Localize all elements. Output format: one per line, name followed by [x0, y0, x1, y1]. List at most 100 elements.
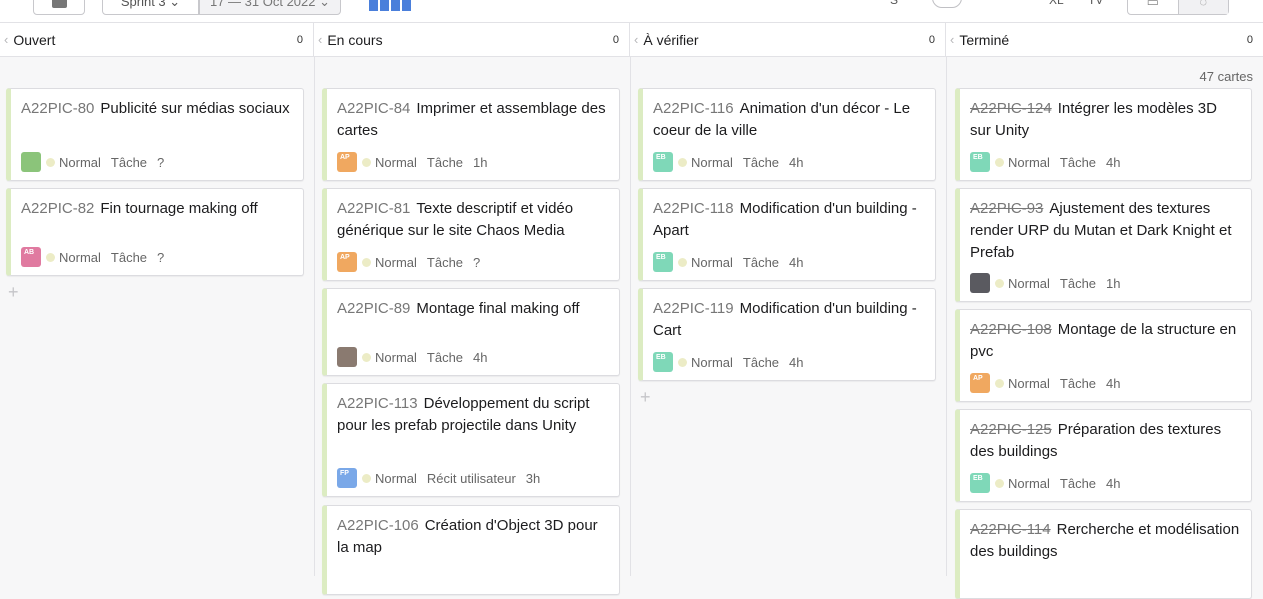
card-key[interactable]: A22PIC-106 — [337, 517, 419, 534]
card-key[interactable]: A22PIC-89 — [337, 300, 410, 317]
column-header-a-verifier[interactable]: ‹ À vérifier 0 — [630, 23, 946, 56]
avatar[interactable] — [21, 152, 41, 172]
card-title: Montage final making off — [416, 300, 580, 317]
card-a22pic-118[interactable]: A22PIC-118 Modification d'un building - A… — [638, 188, 936, 281]
card-size-tv-label[interactable]: TV — [1088, 0, 1103, 7]
column-header-termine[interactable]: ‹ Terminé 0 — [946, 23, 1263, 56]
view-toggle[interactable]: ▭ ◌ — [1127, 0, 1229, 15]
card-priority: Normal — [375, 470, 417, 486]
collapse-chevron-icon[interactable]: ‹ — [950, 32, 954, 47]
card-type: Tâche — [742, 254, 780, 270]
sprint-dates-selector[interactable]: 17 — 31 Oct 2022 ⌄ — [199, 0, 341, 15]
card-size-slider-handle[interactable] — [932, 0, 962, 8]
card-type: Tâche — [426, 154, 464, 170]
column-divider — [946, 56, 947, 576]
card-type: Tâche — [426, 349, 464, 365]
avatar[interactable]: EB — [653, 252, 673, 272]
card-title: Fin tournage making off — [100, 200, 258, 217]
card-a22pic-89[interactable]: A22PIC-89 Montage final making off Normal… — [322, 288, 620, 376]
image-view-icon[interactable]: ▭ — [1128, 0, 1178, 14]
column-header-ouvert[interactable]: ‹ Ouvert 0 — [0, 23, 314, 56]
add-card-plus-icon[interactable]: + — [640, 387, 651, 408]
card-key[interactable]: A22PIC-119 — [653, 300, 734, 317]
card-key[interactable]: A22PIC-80 — [21, 100, 94, 117]
collapse-chevron-icon[interactable]: ‹ — [4, 32, 8, 47]
card-size-small-label[interactable]: S — [890, 0, 898, 7]
card-estimate: 3h — [525, 470, 541, 486]
card-priority: Normal — [375, 349, 417, 365]
card-key[interactable]: A22PIC-81 — [337, 200, 410, 217]
card-key[interactable]: A22PIC-114 — [970, 521, 1051, 538]
avatar[interactable]: EB — [653, 152, 673, 172]
card-a22pic-113[interactable]: A22PIC-113 Développement du script pour l… — [322, 383, 620, 497]
card-a22pic-106[interactable]: A22PIC-106 Création d'Object 3D pour la m… — [322, 505, 620, 595]
card-type: Tâche — [742, 154, 780, 170]
card-estimate: ? — [157, 154, 165, 170]
collapse-chevron-icon[interactable]: ‹ — [318, 32, 322, 47]
card-estimate: 1h — [473, 154, 488, 170]
card-estimate: 1h — [1106, 275, 1121, 291]
column-count: 0 — [612, 33, 619, 46]
avatar[interactable]: EB — [970, 152, 990, 172]
sprint-selector[interactable]: Sprint 3 ⌄ — [102, 0, 199, 15]
collapse-chevron-icon[interactable]: ‹ — [634, 32, 638, 47]
priority-dot-icon — [678, 257, 687, 267]
priority-dot-icon — [995, 478, 1004, 488]
card-estimate: ? — [473, 254, 481, 270]
total-card-count: 47 cartes — [1199, 69, 1253, 84]
card-priority: Normal — [59, 249, 101, 265]
avatar[interactable]: EB — [970, 473, 990, 493]
priority-dot-icon — [678, 157, 687, 167]
avatar[interactable]: AP — [337, 252, 357, 272]
card-a22pic-108[interactable]: A22PIC-108 Montage de la structure en pvc… — [955, 309, 1252, 402]
archive-icon — [51, 0, 67, 8]
add-card-plus-icon[interactable]: + — [8, 282, 19, 303]
card-estimate: 4h — [1106, 154, 1121, 170]
burndown-chart-icon[interactable] — [369, 0, 411, 11]
card-a22pic-84[interactable]: A22PIC-84 Imprimer et assemblage des cart… — [322, 88, 620, 181]
card-key[interactable]: A22PIC-82 — [21, 200, 94, 217]
card-a22pic-114[interactable]: A22PIC-114 Rercherche et modélisation des… — [955, 509, 1252, 599]
avatar[interactable]: EB — [653, 352, 673, 372]
card-key[interactable]: A22PIC-125 — [970, 421, 1052, 438]
card-a22pic-80[interactable]: A22PIC-80 Publicité sur médias sociaux No… — [6, 88, 304, 181]
card-estimate: 4h — [789, 354, 804, 370]
avatar[interactable]: AB — [21, 247, 41, 267]
card-priority: Normal — [1008, 375, 1050, 391]
avatar[interactable] — [337, 347, 357, 367]
priority-dot-icon — [362, 257, 371, 267]
priority-dot-icon — [362, 157, 371, 167]
priority-dot-icon — [46, 157, 55, 167]
avatar[interactable] — [970, 273, 990, 293]
card-key[interactable]: A22PIC-84 — [337, 100, 410, 117]
column-header-en-cours[interactable]: ‹ En cours 0 — [314, 23, 630, 56]
card-key[interactable]: A22PIC-93 — [970, 200, 1043, 217]
card-a22pic-125[interactable]: A22PIC-125 Préparation des textures des b… — [955, 409, 1252, 502]
card-size-xl-label[interactable]: XL — [1049, 0, 1064, 7]
priority-dot-icon — [678, 357, 687, 367]
card-priority: Normal — [1008, 475, 1050, 491]
card-estimate: 4h — [473, 349, 488, 365]
avatar[interactable]: FP — [337, 468, 357, 488]
card-key[interactable]: A22PIC-108 — [970, 321, 1052, 338]
card-a22pic-116[interactable]: A22PIC-116 Animation d'un décor - Le coeu… — [638, 88, 936, 181]
card-key[interactable]: A22PIC-124 — [970, 100, 1052, 117]
avatar[interactable]: AP — [970, 373, 990, 393]
card-a22pic-93[interactable]: A22PIC-93 Ajustement des textures render … — [955, 188, 1252, 302]
card-type: Récit utilisateur — [426, 470, 516, 486]
card-a22pic-82[interactable]: A22PIC-82 Fin tournage making off AB Norm… — [6, 188, 304, 276]
card-priority: Normal — [375, 254, 417, 270]
card-key[interactable]: A22PIC-118 — [653, 200, 734, 217]
column-divider — [630, 56, 631, 576]
card-priority: Normal — [375, 154, 417, 170]
card-key[interactable]: A22PIC-116 — [653, 100, 734, 117]
priority-dot-icon — [995, 157, 1004, 167]
card-a22pic-119[interactable]: A22PIC-119 Modification d'un building - C… — [638, 288, 936, 381]
settings-icon[interactable]: ◌ — [1177, 0, 1228, 14]
card-priority: Normal — [59, 154, 101, 170]
avatar[interactable]: AP — [337, 152, 357, 172]
card-key[interactable]: A22PIC-113 — [337, 395, 418, 412]
archive-button[interactable] — [33, 0, 85, 15]
card-a22pic-81[interactable]: A22PIC-81 Texte descriptif et vidéo génér… — [322, 188, 620, 281]
card-a22pic-124[interactable]: A22PIC-124 Intégrer les modèles 3D sur Un… — [955, 88, 1252, 181]
